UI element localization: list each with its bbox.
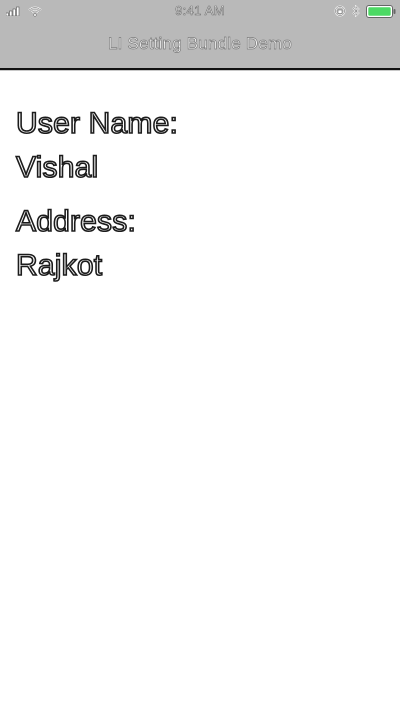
settings-content: User Name: Vishal Address: Rajkot [15,102,384,288]
status-right-group [334,4,396,18]
address-label: Address: [15,204,136,239]
bluetooth-icon [352,5,360,17]
user-name-label: User Name: [15,106,179,141]
status-bar: 9:41 AM [0,0,400,22]
navigation-bar: LI Setting Bundle Demo [0,22,400,70]
user-name-value: Vishal [15,150,99,185]
address-value: Rajkot [15,248,103,283]
nav-divider [0,70,400,71]
nav-title: LI Setting Bundle Demo [108,34,292,54]
battery-icon [366,4,396,18]
orientation-lock-icon [334,5,346,17]
